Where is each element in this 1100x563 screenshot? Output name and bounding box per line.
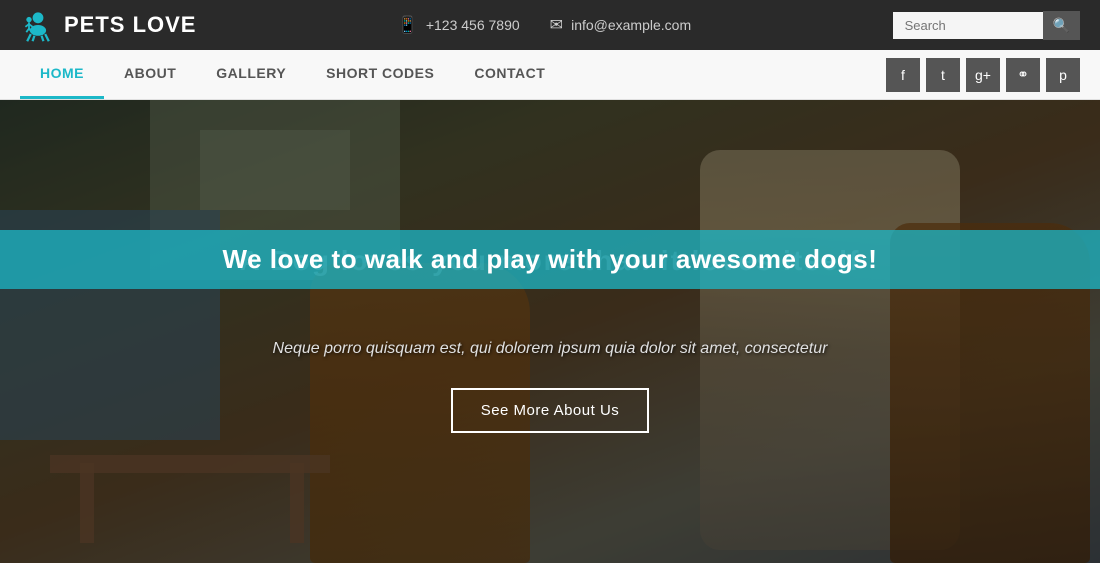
hero-section: A Dog loves you more than it loves itsel… [0, 100, 1100, 563]
hero-banner: We love to walk and play with your aweso… [0, 230, 1100, 289]
pinterest-button[interactable]: p [1046, 58, 1080, 92]
rss-button[interactable]: ⚭ [1006, 58, 1040, 92]
see-more-button[interactable]: See More About Us [451, 388, 650, 433]
social-icons: f t g+ ⚭ p [886, 58, 1080, 92]
twitter-button[interactable]: t [926, 58, 960, 92]
nav-item-contact[interactable]: CONTACT [454, 50, 565, 99]
nav-item-shortcodes[interactable]: SHORT CODES [306, 50, 454, 99]
facebook-button[interactable]: f [886, 58, 920, 92]
google-plus-button[interactable]: g+ [966, 58, 1000, 92]
phone-icon: 📱 [398, 15, 418, 35]
hero-content: Neque porro quisquam est, qui dolorem ip… [0, 340, 1100, 433]
nav-item-gallery[interactable]: GALLERY [196, 50, 306, 99]
email-address: info@example.com [571, 17, 691, 33]
top-bar: PETS LOVE 📱 +123 456 7890 ✉ info@example… [0, 0, 1100, 50]
email-info: ✉ info@example.com [550, 15, 691, 35]
search-button[interactable]: 🔍 [1043, 11, 1080, 40]
nav-bar: HOME ABOUT GALLERY SHORT CODES CONTACT f… [0, 50, 1100, 100]
hero-overlay [0, 100, 1100, 563]
logo-icon [20, 7, 56, 43]
nav-links: HOME ABOUT GALLERY SHORT CODES CONTACT [20, 50, 565, 99]
nav-item-about[interactable]: ABOUT [104, 50, 196, 99]
phone-number: +123 456 7890 [426, 17, 520, 33]
contact-info: 📱 +123 456 7890 ✉ info@example.com [196, 15, 892, 35]
nav-item-home[interactable]: HOME [20, 50, 104, 99]
search-area: 🔍 [893, 11, 1080, 40]
hero-subtitle: Neque porro quisquam est, qui dolorem ip… [0, 340, 1100, 358]
phone-info: 📱 +123 456 7890 [398, 15, 520, 35]
email-icon: ✉ [550, 15, 563, 35]
logo-text: PETS LOVE [64, 12, 196, 38]
logo-area: PETS LOVE [20, 7, 196, 43]
hero-main-text: We love to walk and play with your aweso… [223, 244, 878, 274]
search-input[interactable] [893, 12, 1043, 39]
